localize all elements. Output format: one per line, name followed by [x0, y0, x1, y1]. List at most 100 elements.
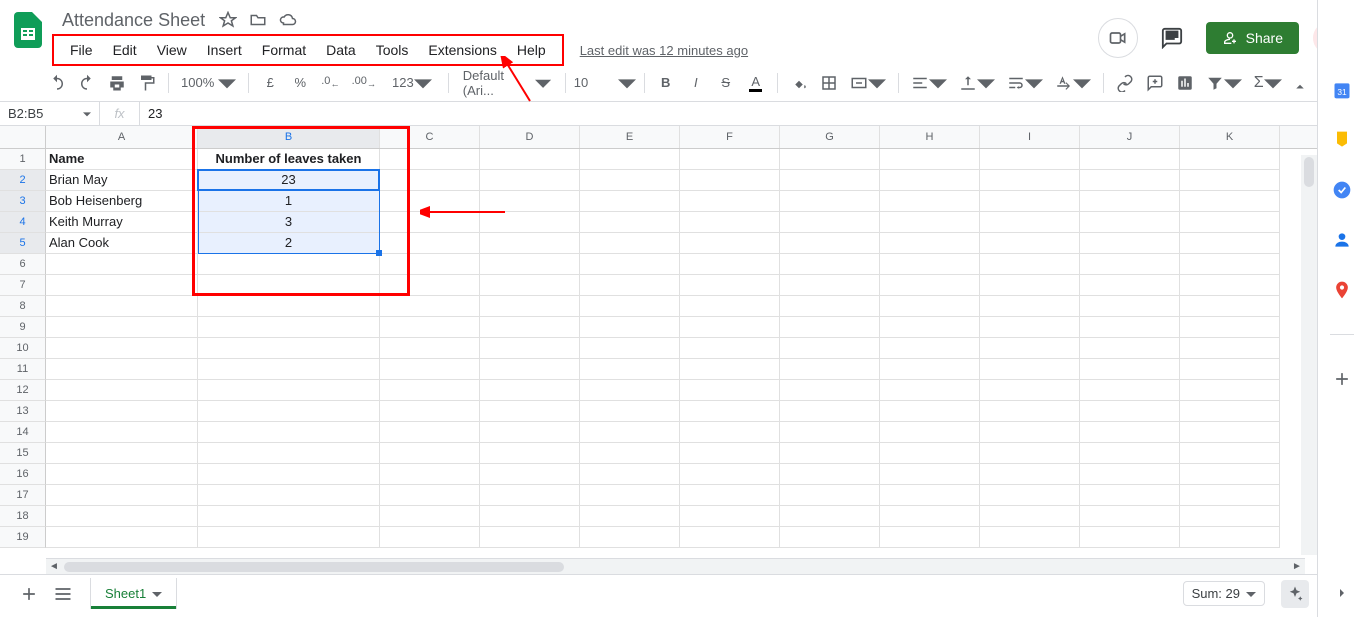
- cell[interactable]: Name: [46, 149, 198, 170]
- filter-button[interactable]: [1202, 70, 1246, 96]
- cell[interactable]: [380, 527, 480, 548]
- cell[interactable]: [480, 464, 580, 485]
- row-header[interactable]: 6: [0, 254, 46, 275]
- cell[interactable]: [780, 233, 880, 254]
- cell[interactable]: [780, 212, 880, 233]
- cell[interactable]: [580, 422, 680, 443]
- row-header[interactable]: 19: [0, 527, 46, 548]
- cell[interactable]: [480, 527, 580, 548]
- cell[interactable]: [780, 149, 880, 170]
- fill-color-button[interactable]: [786, 70, 812, 96]
- cell[interactable]: [1180, 527, 1280, 548]
- menu-file[interactable]: File: [60, 38, 103, 62]
- cell[interactable]: [1180, 233, 1280, 254]
- cell[interactable]: [380, 296, 480, 317]
- cell[interactable]: [46, 359, 198, 380]
- cell[interactable]: [880, 275, 980, 296]
- horizontal-scrollbar[interactable]: ◄ ►: [46, 558, 1305, 574]
- format-percent-button[interactable]: %: [287, 70, 313, 96]
- cell[interactable]: [580, 443, 680, 464]
- cell[interactable]: [198, 443, 380, 464]
- cell[interactable]: Bob Heisenberg: [46, 191, 198, 212]
- cell[interactable]: [480, 380, 580, 401]
- cell[interactable]: [680, 338, 780, 359]
- cell[interactable]: [46, 527, 198, 548]
- row-header[interactable]: 11: [0, 359, 46, 380]
- cell[interactable]: [380, 170, 480, 191]
- comment-history-icon[interactable]: [1152, 18, 1192, 58]
- cell[interactable]: [780, 359, 880, 380]
- borders-button[interactable]: [816, 70, 842, 96]
- cell[interactable]: [1080, 464, 1180, 485]
- cell[interactable]: [580, 191, 680, 212]
- cell[interactable]: [780, 254, 880, 275]
- cell[interactable]: 23: [198, 170, 380, 191]
- cell[interactable]: [1180, 254, 1280, 275]
- cell[interactable]: [198, 422, 380, 443]
- all-sheets-button[interactable]: [46, 577, 80, 611]
- cell[interactable]: [980, 254, 1080, 275]
- cell[interactable]: [980, 422, 1080, 443]
- menu-data[interactable]: Data: [316, 38, 366, 62]
- cell[interactable]: [980, 233, 1080, 254]
- select-all-corner[interactable]: [0, 126, 46, 148]
- cell[interactable]: [980, 275, 1080, 296]
- cell[interactable]: [480, 170, 580, 191]
- cell[interactable]: [980, 317, 1080, 338]
- insert-comment-button[interactable]: [1142, 70, 1168, 96]
- cell[interactable]: [480, 359, 580, 380]
- cell[interactable]: [980, 401, 1080, 422]
- maps-icon[interactable]: [1332, 280, 1352, 300]
- cell[interactable]: [1180, 485, 1280, 506]
- cell[interactable]: [880, 359, 980, 380]
- cell[interactable]: [1180, 149, 1280, 170]
- cell[interactable]: [380, 338, 480, 359]
- cell[interactable]: [580, 506, 680, 527]
- cell[interactable]: [680, 527, 780, 548]
- cell[interactable]: [780, 485, 880, 506]
- cell[interactable]: [46, 464, 198, 485]
- cell[interactable]: [880, 212, 980, 233]
- font-select[interactable]: Default (Ari...: [457, 68, 557, 98]
- cell[interactable]: [480, 317, 580, 338]
- cell[interactable]: [1180, 506, 1280, 527]
- name-box[interactable]: B2:B5: [0, 102, 100, 125]
- cell[interactable]: [780, 506, 880, 527]
- cell[interactable]: [880, 338, 980, 359]
- row-header[interactable]: 13: [0, 401, 46, 422]
- row-header[interactable]: 2: [0, 170, 46, 191]
- cell[interactable]: [380, 422, 480, 443]
- cell[interactable]: [680, 317, 780, 338]
- italic-button[interactable]: I: [683, 70, 709, 96]
- redo-button[interactable]: [74, 70, 100, 96]
- quicksum-dropdown[interactable]: Sum: 29: [1183, 581, 1265, 606]
- cell[interactable]: [680, 149, 780, 170]
- doc-title[interactable]: Attendance Sheet: [58, 9, 209, 32]
- cell[interactable]: [1080, 443, 1180, 464]
- cell[interactable]: [880, 296, 980, 317]
- cell[interactable]: [480, 233, 580, 254]
- cell[interactable]: [580, 359, 680, 380]
- cell[interactable]: [780, 464, 880, 485]
- cell[interactable]: [1180, 359, 1280, 380]
- tasks-icon[interactable]: [1332, 180, 1352, 200]
- cell[interactable]: [480, 443, 580, 464]
- cell[interactable]: [880, 170, 980, 191]
- cell[interactable]: [580, 485, 680, 506]
- cell[interactable]: [46, 422, 198, 443]
- increase-decimal-button[interactable]: .00→: [348, 70, 380, 96]
- cell[interactable]: [198, 380, 380, 401]
- cell[interactable]: [980, 506, 1080, 527]
- cell[interactable]: [980, 149, 1080, 170]
- format-currency-button[interactable]: £: [257, 70, 283, 96]
- cell[interactable]: [980, 359, 1080, 380]
- cell[interactable]: [980, 191, 1080, 212]
- calendar-icon[interactable]: 31: [1332, 80, 1352, 100]
- cell[interactable]: [880, 401, 980, 422]
- cell[interactable]: [1080, 149, 1180, 170]
- row-header[interactable]: 16: [0, 464, 46, 485]
- meet-icon[interactable]: [1098, 18, 1138, 58]
- cell[interactable]: [880, 443, 980, 464]
- cell[interactable]: 2: [198, 233, 380, 254]
- row-header[interactable]: 3: [0, 191, 46, 212]
